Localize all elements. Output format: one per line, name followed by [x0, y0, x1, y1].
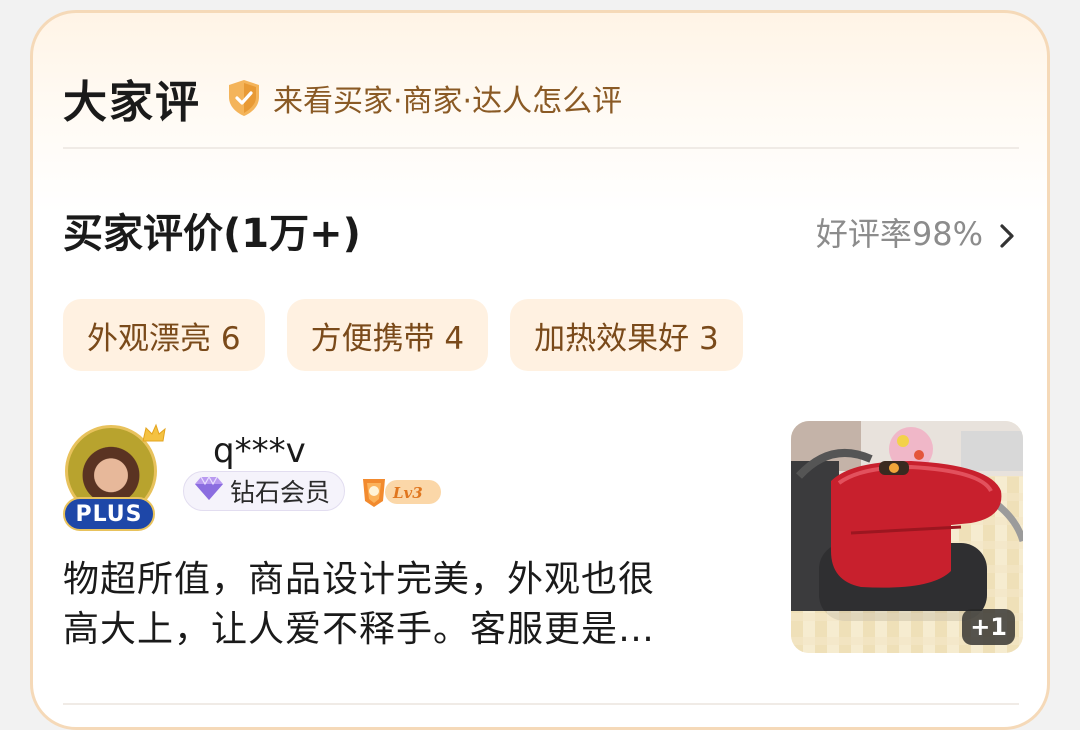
divider — [63, 147, 1019, 149]
crown-icon — [141, 423, 167, 445]
review-image-thumbnail[interactable]: +1 — [791, 421, 1023, 653]
review-tags: 外观漂亮 6 方便携带 4 加热效果好 3 — [63, 299, 743, 371]
member-badges: 钻石会员 Lv3 — [183, 471, 443, 511]
section-title: 大家评 — [63, 77, 201, 128]
plus-badge: PLUS — [63, 497, 155, 531]
good-rate-label: 好评率98% — [815, 215, 983, 253]
shield-check-icon — [227, 79, 261, 117]
avatar[interactable]: PLUS — [63, 423, 166, 533]
section-header: 大家评 来看买家·商家·达人怎么评 — [63, 63, 622, 133]
good-rate-link[interactable]: 好评率98% — [816, 209, 1017, 255]
buyer-reviews-title: 买家评价(1万+) — [63, 211, 361, 257]
review-tag[interactable]: 外观漂亮 6 — [63, 299, 265, 371]
review-text[interactable]: 物超所值，商品设计完美，外观也很 高大上，让人爱不释手。客服更是… — [63, 555, 753, 655]
review-text-line: 高大上，让人爱不释手。客服更是… — [63, 609, 656, 650]
review-card: 大家评 来看买家·商家·达人怎么评 买家评价(1万+) 好评率98% 外观漂亮 … — [30, 10, 1050, 730]
diamond-icon — [194, 475, 224, 507]
review-text-line: 物超所值，商品设计完美，外观也很 — [63, 559, 656, 600]
username: q***v — [213, 431, 306, 471]
section-subtitle: 来看买家·商家·达人怎么评 — [273, 84, 623, 119]
level-badge: Lv3 — [359, 471, 443, 511]
review-tag[interactable]: 加热效果好 3 — [510, 299, 743, 371]
image-count-badge: +1 — [962, 609, 1015, 645]
review-tag[interactable]: 方便携带 4 — [286, 299, 489, 371]
divider — [63, 703, 1019, 705]
level-text: Lv3 — [392, 484, 423, 502]
diamond-member-badge: 钻石会员 — [183, 471, 346, 511]
chevron-right-icon — [997, 219, 1017, 248]
member-level-label: 钻石会员 — [230, 478, 331, 507]
